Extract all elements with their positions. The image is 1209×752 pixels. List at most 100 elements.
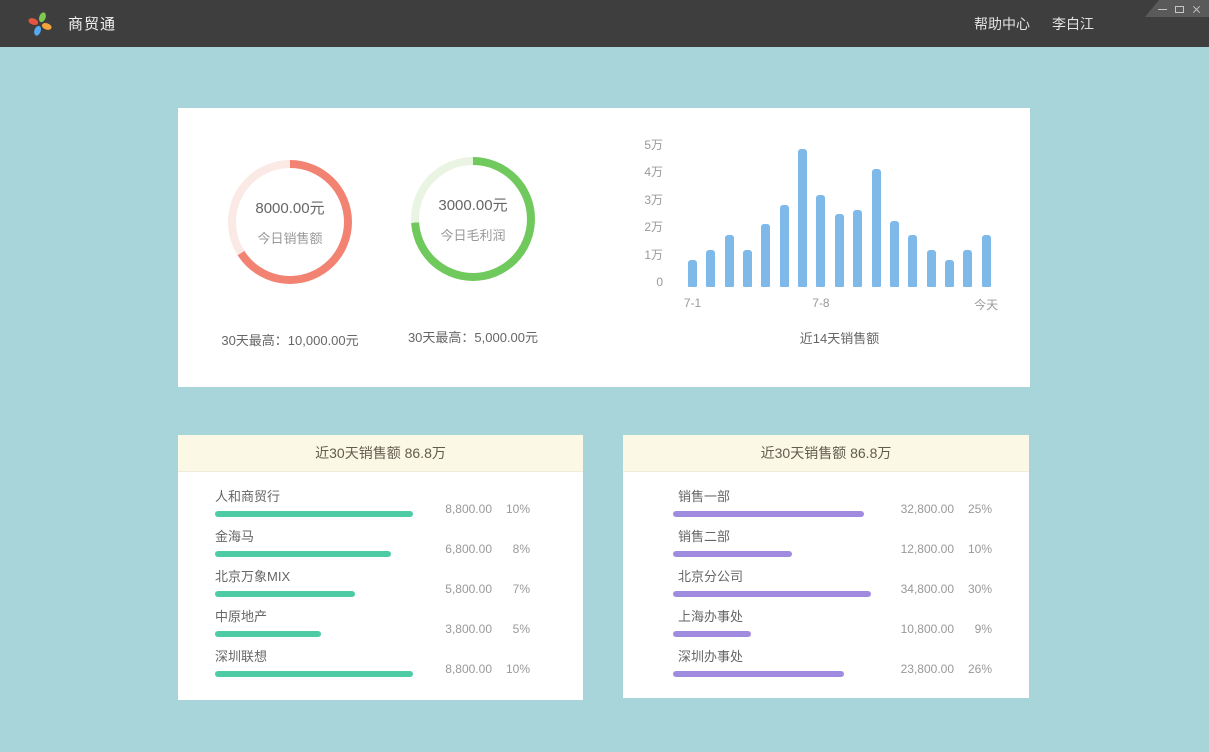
row-values: 10,800.009% bbox=[884, 622, 992, 636]
daily-sales-bar bbox=[963, 250, 972, 287]
maximize-icon bbox=[1175, 6, 1184, 13]
daily-sales-bar bbox=[743, 250, 752, 287]
donut-center: 3000.00元 今日毛利润 bbox=[419, 165, 527, 273]
app-window: 商贸通 帮助中心 李白江 8000.00元 今日销售额 30天最高：10,000… bbox=[0, 0, 1209, 752]
daily-sales-bar bbox=[706, 250, 715, 287]
customer-row: 人和商贸行8,800.0010% bbox=[178, 487, 583, 527]
daily-sales-bar bbox=[982, 235, 991, 287]
row-progress-bar bbox=[215, 551, 391, 557]
row-values: 23,800.0026% bbox=[884, 662, 992, 676]
app-title: 商贸通 bbox=[68, 13, 116, 34]
row-values: 3,800.005% bbox=[422, 622, 530, 636]
row-percent: 30% bbox=[954, 582, 992, 596]
row-values: 12,800.0010% bbox=[884, 542, 992, 556]
department-row: 深圳办事处23,800.0026% bbox=[623, 647, 1029, 687]
close-button[interactable] bbox=[1192, 4, 1202, 14]
overview-card: 8000.00元 今日销售额 30天最高：10,000.00元 3000.00元… bbox=[178, 108, 1030, 387]
customer-row: 中原地产3,800.005% bbox=[178, 607, 583, 647]
daily-sales-bar bbox=[761, 224, 770, 287]
today-profit-gauge: 3000.00元 今日毛利润 30天最高：5,000.00元 bbox=[373, 157, 573, 346]
row-percent: 9% bbox=[954, 622, 992, 636]
row-progress-bar bbox=[215, 511, 413, 517]
donut-center: 8000.00元 今日销售额 bbox=[236, 168, 344, 276]
daily-sales-bar bbox=[853, 210, 862, 287]
today-sales-value: 8000.00元 bbox=[255, 197, 324, 218]
department-row: 销售一部32,800.0025% bbox=[623, 487, 1029, 527]
row-percent: 10% bbox=[492, 662, 530, 676]
departments-sales-card: 近30天销售额 86.8万 销售一部32,800.0025%销售二部12,800… bbox=[623, 435, 1029, 698]
y-axis-tick: 4万 bbox=[633, 165, 663, 179]
username-menu[interactable]: 李白江 bbox=[1052, 14, 1094, 34]
row-amount: 8,800.00 bbox=[422, 662, 492, 676]
row-amount: 6,800.00 bbox=[422, 542, 492, 556]
titlebar-menu: 帮助中心 李白江 bbox=[974, 0, 1094, 47]
row-progress-bar bbox=[673, 511, 864, 517]
today-profit-label: 今日毛利润 bbox=[440, 225, 505, 244]
titlebar: 商贸通 帮助中心 李白江 bbox=[0, 0, 1209, 47]
row-progress-bar bbox=[673, 551, 792, 557]
maximize-button[interactable] bbox=[1175, 4, 1185, 14]
row-values: 34,800.0030% bbox=[884, 582, 992, 596]
row-percent: 8% bbox=[492, 542, 530, 556]
y-axis-tick: 2万 bbox=[633, 220, 663, 234]
daily-sales-bar bbox=[725, 235, 734, 287]
minimize-button[interactable] bbox=[1158, 4, 1168, 14]
row-amount: 34,800.00 bbox=[884, 582, 954, 596]
row-amount: 3,800.00 bbox=[422, 622, 492, 636]
today-sales-donut-ring: 8000.00元 今日销售额 bbox=[228, 160, 352, 284]
row-percent: 26% bbox=[954, 662, 992, 676]
row-amount: 23,800.00 bbox=[884, 662, 954, 676]
daily-sales-bar bbox=[816, 195, 825, 287]
row-values: 5,800.007% bbox=[422, 582, 530, 596]
row-progress-bar bbox=[673, 671, 844, 677]
row-values: 8,800.0010% bbox=[422, 502, 530, 516]
x-axis-tick: 今天 bbox=[974, 296, 998, 313]
sales-30d-max: 30天最高：10,000.00元 bbox=[190, 330, 390, 349]
today-profit-donut-ring: 3000.00元 今日毛利润 bbox=[411, 157, 535, 281]
row-values: 32,800.0025% bbox=[884, 502, 992, 516]
row-amount: 12,800.00 bbox=[884, 542, 954, 556]
today-sales-label: 今日销售额 bbox=[257, 228, 322, 247]
x-axis-tick: 7-8 bbox=[812, 296, 829, 310]
row-amount: 32,800.00 bbox=[884, 502, 954, 516]
today-profit-value: 3000.00元 bbox=[438, 194, 507, 215]
customers-card-title: 近30天销售额 86.8万 bbox=[178, 435, 583, 472]
y-axis-tick: 1万 bbox=[633, 248, 663, 262]
window-controls bbox=[1145, 0, 1209, 17]
row-percent: 5% bbox=[492, 622, 530, 636]
app-logo-icon bbox=[27, 11, 53, 37]
daily-sales-bar bbox=[872, 169, 881, 287]
departments-card-title: 近30天销售额 86.8万 bbox=[623, 435, 1029, 472]
row-values: 8,800.0010% bbox=[422, 662, 530, 676]
row-values: 6,800.008% bbox=[422, 542, 530, 556]
help-center-link[interactable]: 帮助中心 bbox=[974, 14, 1030, 34]
row-amount: 8,800.00 bbox=[422, 502, 492, 516]
row-percent: 10% bbox=[954, 542, 992, 556]
row-percent: 7% bbox=[492, 582, 530, 596]
daily-sales-bar bbox=[780, 205, 789, 287]
y-axis-tick: 5万 bbox=[633, 138, 663, 152]
daily-sales-bar bbox=[945, 260, 954, 287]
row-progress-bar bbox=[673, 631, 751, 637]
y-axis-tick: 0 bbox=[633, 275, 663, 289]
y-axis-tick: 3万 bbox=[633, 193, 663, 207]
daily-sales-bar bbox=[890, 221, 899, 287]
customer-row: 北京万象MIX5,800.007% bbox=[178, 567, 583, 607]
row-percent: 25% bbox=[954, 502, 992, 516]
department-row: 销售二部12,800.0010% bbox=[623, 527, 1029, 567]
customers-sales-card: 近30天销售额 86.8万 人和商贸行8,800.0010%金海马6,800.0… bbox=[178, 435, 583, 700]
daily-sales-bar bbox=[835, 214, 844, 287]
daily-sales-bar bbox=[798, 149, 807, 287]
row-amount: 5,800.00 bbox=[422, 582, 492, 596]
customer-row: 金海马6,800.008% bbox=[178, 527, 583, 567]
row-progress-bar bbox=[215, 671, 413, 677]
departments-ranking-list: 销售一部32,800.0025%销售二部12,800.0010%北京分公司34,… bbox=[623, 472, 1029, 687]
row-progress-bar bbox=[215, 631, 321, 637]
daily-sales-bar bbox=[927, 250, 936, 287]
department-row: 上海办事处10,800.009% bbox=[623, 607, 1029, 647]
daily-sales-bar bbox=[908, 235, 917, 287]
customer-row: 深圳联想8,800.0010% bbox=[178, 647, 583, 687]
row-progress-bar bbox=[673, 591, 871, 597]
row-percent: 10% bbox=[492, 502, 530, 516]
x-axis-tick: 7-1 bbox=[684, 296, 701, 310]
